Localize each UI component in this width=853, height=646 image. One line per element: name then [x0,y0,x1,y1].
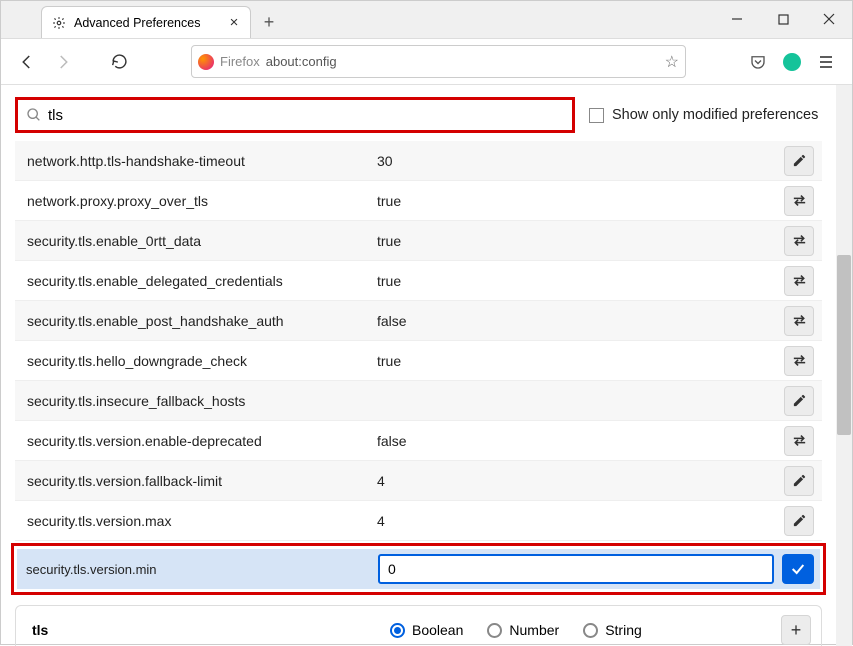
toggle-button[interactable] [784,226,814,256]
preference-row[interactable]: security.tls.insecure_fallback_hosts [15,381,822,421]
toggle-button[interactable] [784,186,814,216]
preference-row[interactable]: security.tls.hello_downgrade_checktrue [15,341,822,381]
check-icon [790,561,806,577]
radio-icon[interactable] [390,623,405,638]
add-button[interactable]: + [781,615,811,645]
pref-name: security.tls.enable_delegated_credential… [27,273,377,289]
preference-list: network.http.tls-handshake-timeout30netw… [1,141,836,541]
urlbar-brand: Firefox [220,54,260,69]
gear-icon [52,16,66,30]
pref-name: security.tls.version.enable-deprecated [27,433,377,449]
urlbar-address: about:config [266,54,337,69]
bookmark-star-icon[interactable]: ☆ [665,52,679,72]
preference-row[interactable]: security.tls.enable_post_handshake_authf… [15,301,822,341]
radio-boolean[interactable]: Boolean [390,622,463,638]
preference-row[interactable]: network.proxy.proxy_over_tlstrue [15,181,822,221]
pref-value: false [377,433,784,449]
pref-name: network.proxy.proxy_over_tls [27,193,377,209]
add-pref-panel: tls Boolean Number String + [15,605,822,646]
toggle-arrows-icon [791,272,808,289]
pref-name: security.tls.enable_post_handshake_auth [27,313,377,329]
window-controls [714,0,852,38]
pref-value-input[interactable] [378,554,774,584]
pref-value: 4 [377,473,784,489]
pref-value: true [377,273,784,289]
type-radio-group: Boolean Number String [390,622,642,638]
radio-icon[interactable] [583,623,598,638]
firefox-logo-icon [198,54,214,70]
toggle-arrows-icon [791,432,808,449]
search-icon [26,107,42,123]
toggle-button[interactable] [784,306,814,336]
save-button[interactable] [782,554,814,584]
edit-button[interactable] [784,466,814,496]
pref-name: security.tls.insecure_fallback_hosts [27,393,377,409]
search-box-highlight [15,97,575,133]
preference-row-editing: security.tls.version.min [17,549,820,589]
close-window-button[interactable] [806,0,852,38]
pref-name: security.tls.enable_0rtt_data [27,233,377,249]
pref-value: true [377,193,784,209]
app-menu-button[interactable] [812,48,840,76]
preference-row[interactable]: security.tls.enable_0rtt_datatrue [15,221,822,261]
pref-name: security.tls.version.max [27,513,377,529]
show-modified-label: Show only modified preferences [612,107,818,123]
pref-name: security.tls.version.fallback-limit [27,473,377,489]
toggle-arrows-icon [791,352,808,369]
toggle-button[interactable] [784,346,814,376]
pencil-icon [792,513,807,528]
back-button[interactable] [13,48,41,76]
radio-string[interactable]: String [583,622,642,638]
pencil-icon [792,153,807,168]
editing-row-highlight: security.tls.version.min [11,543,826,595]
close-tab-icon[interactable]: × [226,14,242,31]
scrollbar-thumb[interactable] [837,255,851,435]
pref-value: 30 [377,153,784,169]
forward-button[interactable] [49,48,77,76]
pref-value: true [377,353,784,369]
radio-number[interactable]: Number [487,622,559,638]
pocket-icon[interactable] [744,48,772,76]
toggle-button[interactable] [784,266,814,296]
checkbox-icon[interactable] [589,108,604,123]
preference-row[interactable]: security.tls.version.max4 [15,501,822,541]
preference-row[interactable]: security.tls.enable_delegated_credential… [15,261,822,301]
vertical-scrollbar[interactable] [836,85,852,646]
new-tab-button[interactable]: + [255,8,283,36]
browser-tab[interactable]: Advanced Preferences × [41,6,251,38]
pref-value: 4 [377,513,784,529]
pencil-icon [792,473,807,488]
titlebar: Advanced Preferences × + [1,1,852,39]
maximize-button[interactable] [760,0,806,38]
pencil-icon [792,393,807,408]
url-bar[interactable]: Firefox about:config ☆ [191,45,686,78]
edit-button[interactable] [784,146,814,176]
pref-value: true [377,233,784,249]
about-config-content: Show only modified preferences network.h… [1,85,836,646]
reload-button[interactable] [105,48,133,76]
extension-icon[interactable] [778,48,806,76]
minimize-button[interactable] [714,0,760,38]
toggle-button[interactable] [784,426,814,456]
toggle-arrows-icon [791,192,808,209]
preference-row[interactable]: security.tls.version.enable-deprecatedfa… [15,421,822,461]
pref-value: false [377,313,784,329]
toggle-arrows-icon [791,312,808,329]
edit-button[interactable] [784,506,814,536]
pref-name: security.tls.hello_downgrade_check [27,353,377,369]
edit-button[interactable] [784,386,814,416]
preference-row[interactable]: network.http.tls-handshake-timeout30 [15,141,822,181]
toggle-arrows-icon [791,232,808,249]
pref-name: network.http.tls-handshake-timeout [27,153,377,169]
radio-icon[interactable] [487,623,502,638]
pref-name: security.tls.version.min [26,562,370,577]
show-modified-toggle[interactable]: Show only modified preferences [589,107,818,123]
tab-title: Advanced Preferences [74,16,200,30]
preference-row[interactable]: security.tls.version.fallback-limit4 [15,461,822,501]
new-pref-name: tls [32,622,372,638]
nav-toolbar: Firefox about:config ☆ [1,39,852,85]
pref-search-input[interactable] [48,107,564,124]
